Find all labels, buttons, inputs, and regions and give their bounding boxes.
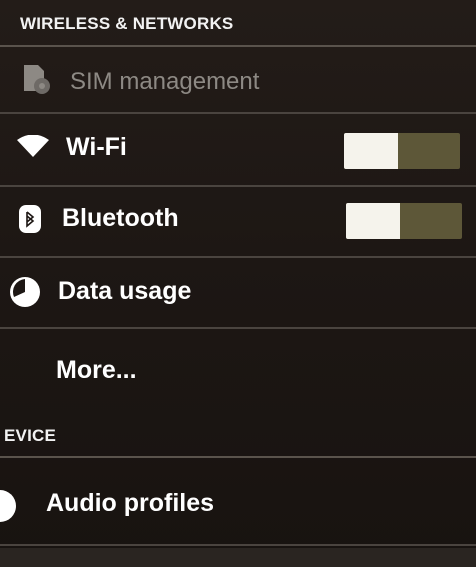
audio-profiles-label: Audio profiles: [46, 489, 215, 517]
item-divider: [0, 256, 476, 258]
settings-screen: WIRELESS & NETWORKS SIM management Wi-Fi: [0, 0, 476, 567]
sim-management-label: SIM management: [70, 68, 260, 95]
settings-item-sim-management[interactable]: SIM management: [0, 48, 476, 110]
section-header-wireless: WIRELESS & NETWORKS: [20, 14, 234, 33]
item-divider: [0, 327, 476, 329]
item-divider: [0, 112, 476, 114]
settings-item-bluetooth[interactable]: Bluetooth: [0, 188, 476, 254]
wifi-icon: [16, 134, 50, 164]
sim-card-icon: [18, 62, 52, 101]
more-label: More...: [56, 356, 137, 384]
bluetooth-label: Bluetooth: [62, 204, 179, 232]
partial-next-item: [0, 548, 476, 567]
data-usage-icon: [8, 275, 42, 314]
item-divider: [0, 185, 476, 187]
audio-profiles-icon: [0, 489, 20, 528]
section-header-device: EVICE: [4, 426, 57, 445]
wifi-toggle-knob: [344, 133, 398, 169]
section-divider: [0, 456, 476, 458]
bluetooth-toggle[interactable]: [346, 203, 462, 239]
section-divider: [0, 45, 476, 47]
settings-item-wifi[interactable]: Wi-Fi: [0, 115, 476, 183]
settings-item-data-usage[interactable]: Data usage: [0, 259, 476, 325]
bluetooth-icon: [18, 204, 42, 239]
bluetooth-toggle-knob: [346, 203, 400, 239]
item-divider: [0, 544, 476, 546]
wifi-toggle[interactable]: [344, 133, 460, 169]
settings-item-audio-profiles[interactable]: Audio profiles: [0, 459, 476, 545]
wifi-label: Wi-Fi: [66, 133, 127, 161]
data-usage-label: Data usage: [58, 277, 192, 305]
settings-item-more[interactable]: More...: [0, 330, 476, 408]
